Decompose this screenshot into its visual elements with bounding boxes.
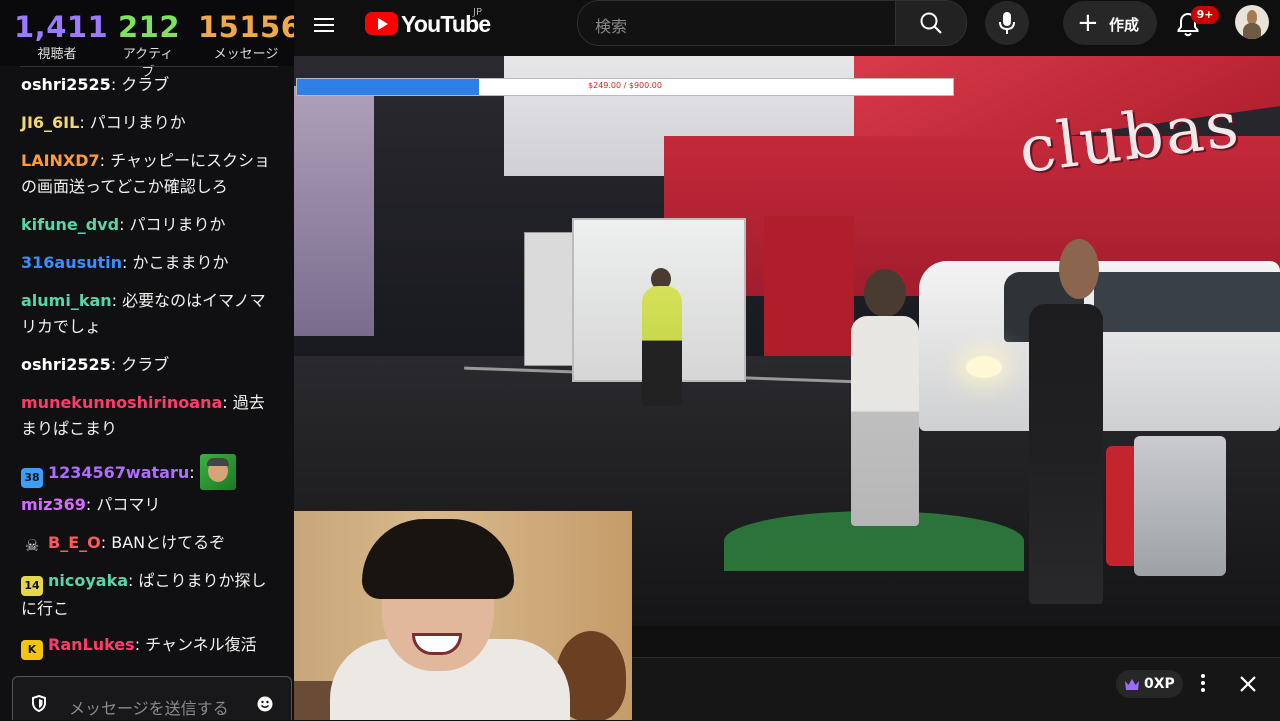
play-logo-icon [365, 12, 398, 35]
viewers-count: 1,411 [14, 10, 109, 44]
stream-stats: 1,411 視聴者 212 アクティブ 15156 メッセージ [0, 0, 294, 80]
k-icon: K [21, 640, 43, 660]
viewers-label: 視聴者 [37, 47, 77, 62]
chat-username[interactable]: alumi_kan [21, 291, 112, 310]
chat-message[interactable]: oshri2525: クラブ [21, 352, 275, 378]
chat-text: : パコリまりか [119, 215, 226, 234]
search-input[interactable]: 検索 [577, 0, 897, 46]
chat-text: : [189, 463, 195, 482]
create-label: 作成 [1109, 16, 1140, 34]
trash-bin [1134, 436, 1226, 576]
member-badge: 38 [21, 468, 43, 488]
chat-username[interactable]: kifune_dvd [21, 215, 119, 234]
youtube-header: YouTube JP 検索 + 作成 9+ [294, 0, 1280, 56]
chat-panel: 1,411 視聴者 212 アクティブ 15156 メッセージ oshri252… [0, 0, 294, 720]
live-chat-bar: 0XP [632, 626, 1280, 721]
chat-message[interactable]: K RanLukes: チャンネル復活 [21, 632, 275, 660]
region-label: JP [473, 7, 482, 18]
chat-username[interactable]: LAINXD7 [21, 151, 100, 170]
chat-username[interactable]: oshri2525 [21, 355, 111, 374]
chat-username[interactable]: nicoyaka [48, 571, 128, 590]
streamer-hair [362, 519, 514, 599]
left-building [294, 86, 374, 336]
chat-username[interactable]: miz369 [21, 495, 86, 514]
chat-message[interactable]: JI6_6IL: パコリまりか [21, 110, 275, 136]
search-icon [920, 12, 942, 34]
chat-username[interactable]: JI6_6IL [21, 113, 79, 132]
chat-message[interactable]: 316ausutin: かこままりか [21, 250, 275, 276]
man-pedestrian [1029, 304, 1103, 604]
messages-count: 15156 [198, 10, 294, 44]
xp-button[interactable]: 0XP [1116, 670, 1183, 698]
search-button[interactable] [895, 0, 967, 46]
crown-icon [1125, 678, 1139, 690]
chat-message[interactable]: munekunnoshirinoana: 過去まりぱこまり [21, 390, 275, 442]
security-guard [642, 286, 682, 406]
chat-text: : パコリまりか [79, 113, 186, 132]
booth-panel [524, 232, 578, 366]
close-icon[interactable] [1236, 672, 1260, 696]
search-placeholder[interactable]: 検索 [595, 13, 627, 37]
chat-username[interactable]: oshri2525 [21, 75, 111, 94]
more-options-icon[interactable] [1198, 671, 1208, 697]
chat-text: : パコマリ [85, 495, 161, 514]
man-head [1059, 239, 1099, 299]
webcam-overlay [294, 511, 632, 720]
chat-input-box[interactable]: メッセージを送信する [12, 676, 292, 720]
red-door [764, 216, 854, 356]
shield-icon[interactable] [31, 695, 47, 712]
chat-text: : BANとけてるぞ [100, 533, 226, 552]
chat-text: : クラブ [110, 75, 170, 94]
face-emote [199, 454, 236, 490]
avatar[interactable] [1235, 5, 1269, 39]
chat-text: : かこままりか [122, 253, 229, 272]
divider [20, 66, 278, 67]
plus-icon: + [1077, 8, 1099, 38]
chat-message[interactable]: 38 1234567wataru: [21, 454, 275, 490]
viewers-stat: 1,411 視聴者 [14, 10, 109, 64]
van-side-window [1094, 272, 1280, 332]
chat-username[interactable]: munekunnoshirinoana [21, 393, 222, 412]
chat-message[interactable]: ☠ B_E_O: BANとけてるぞ [21, 530, 275, 556]
live-chat-bar-inner [632, 657, 1280, 721]
chat-username[interactable]: RanLukes [48, 635, 135, 654]
chat-username[interactable]: 316ausutin [21, 253, 122, 272]
mic-icon [999, 12, 1015, 34]
notification-badge: 9+ [1191, 6, 1219, 24]
chat-message[interactable]: oshri2525: クラブ [21, 72, 275, 98]
chat-text: : クラブ [110, 355, 170, 374]
messages-label: メッセージ [213, 47, 279, 62]
menu-icon[interactable] [314, 14, 338, 38]
xp-label: 0XP [1144, 676, 1175, 692]
chat-message[interactable]: alumi_kan: 必要なのはイマノマリカでしょ [21, 288, 275, 340]
chat-message[interactable]: kifune_dvd: パコリまりか [21, 212, 275, 238]
chat-message[interactable]: LAINXD7: チャッピーにスクショの画面送ってどこか確認しろ [21, 148, 275, 200]
voice-search-button[interactable] [985, 1, 1029, 45]
van-headlight [966, 356, 1002, 378]
chat-input-placeholder[interactable]: メッセージを送信する [69, 695, 229, 719]
goal-text: $249.00 / $900.00 [588, 81, 662, 90]
member-badge: 14 [21, 576, 43, 596]
chat-username[interactable]: 1234567wataru [48, 463, 189, 482]
chat-message[interactable]: miz369: パコマリ [21, 492, 275, 518]
chat-username[interactable]: B_E_O [48, 533, 101, 552]
woman-head [864, 269, 906, 317]
active-count: 212 [118, 10, 181, 44]
create-button[interactable]: + 作成 [1063, 1, 1157, 45]
chat-message[interactable]: 14 nicoyaka: ぱこりまりか探しに行こ [21, 568, 275, 622]
emoji-icon[interactable] [257, 696, 273, 712]
messages-stat: 15156 メッセージ [198, 10, 294, 64]
chat-text: : チャンネル復活 [134, 635, 257, 654]
woman-pedestrian [851, 316, 919, 526]
skull-icon: ☠ [24, 536, 40, 555]
donation-goal-bar: $249.00 / $900.00 [296, 78, 954, 96]
